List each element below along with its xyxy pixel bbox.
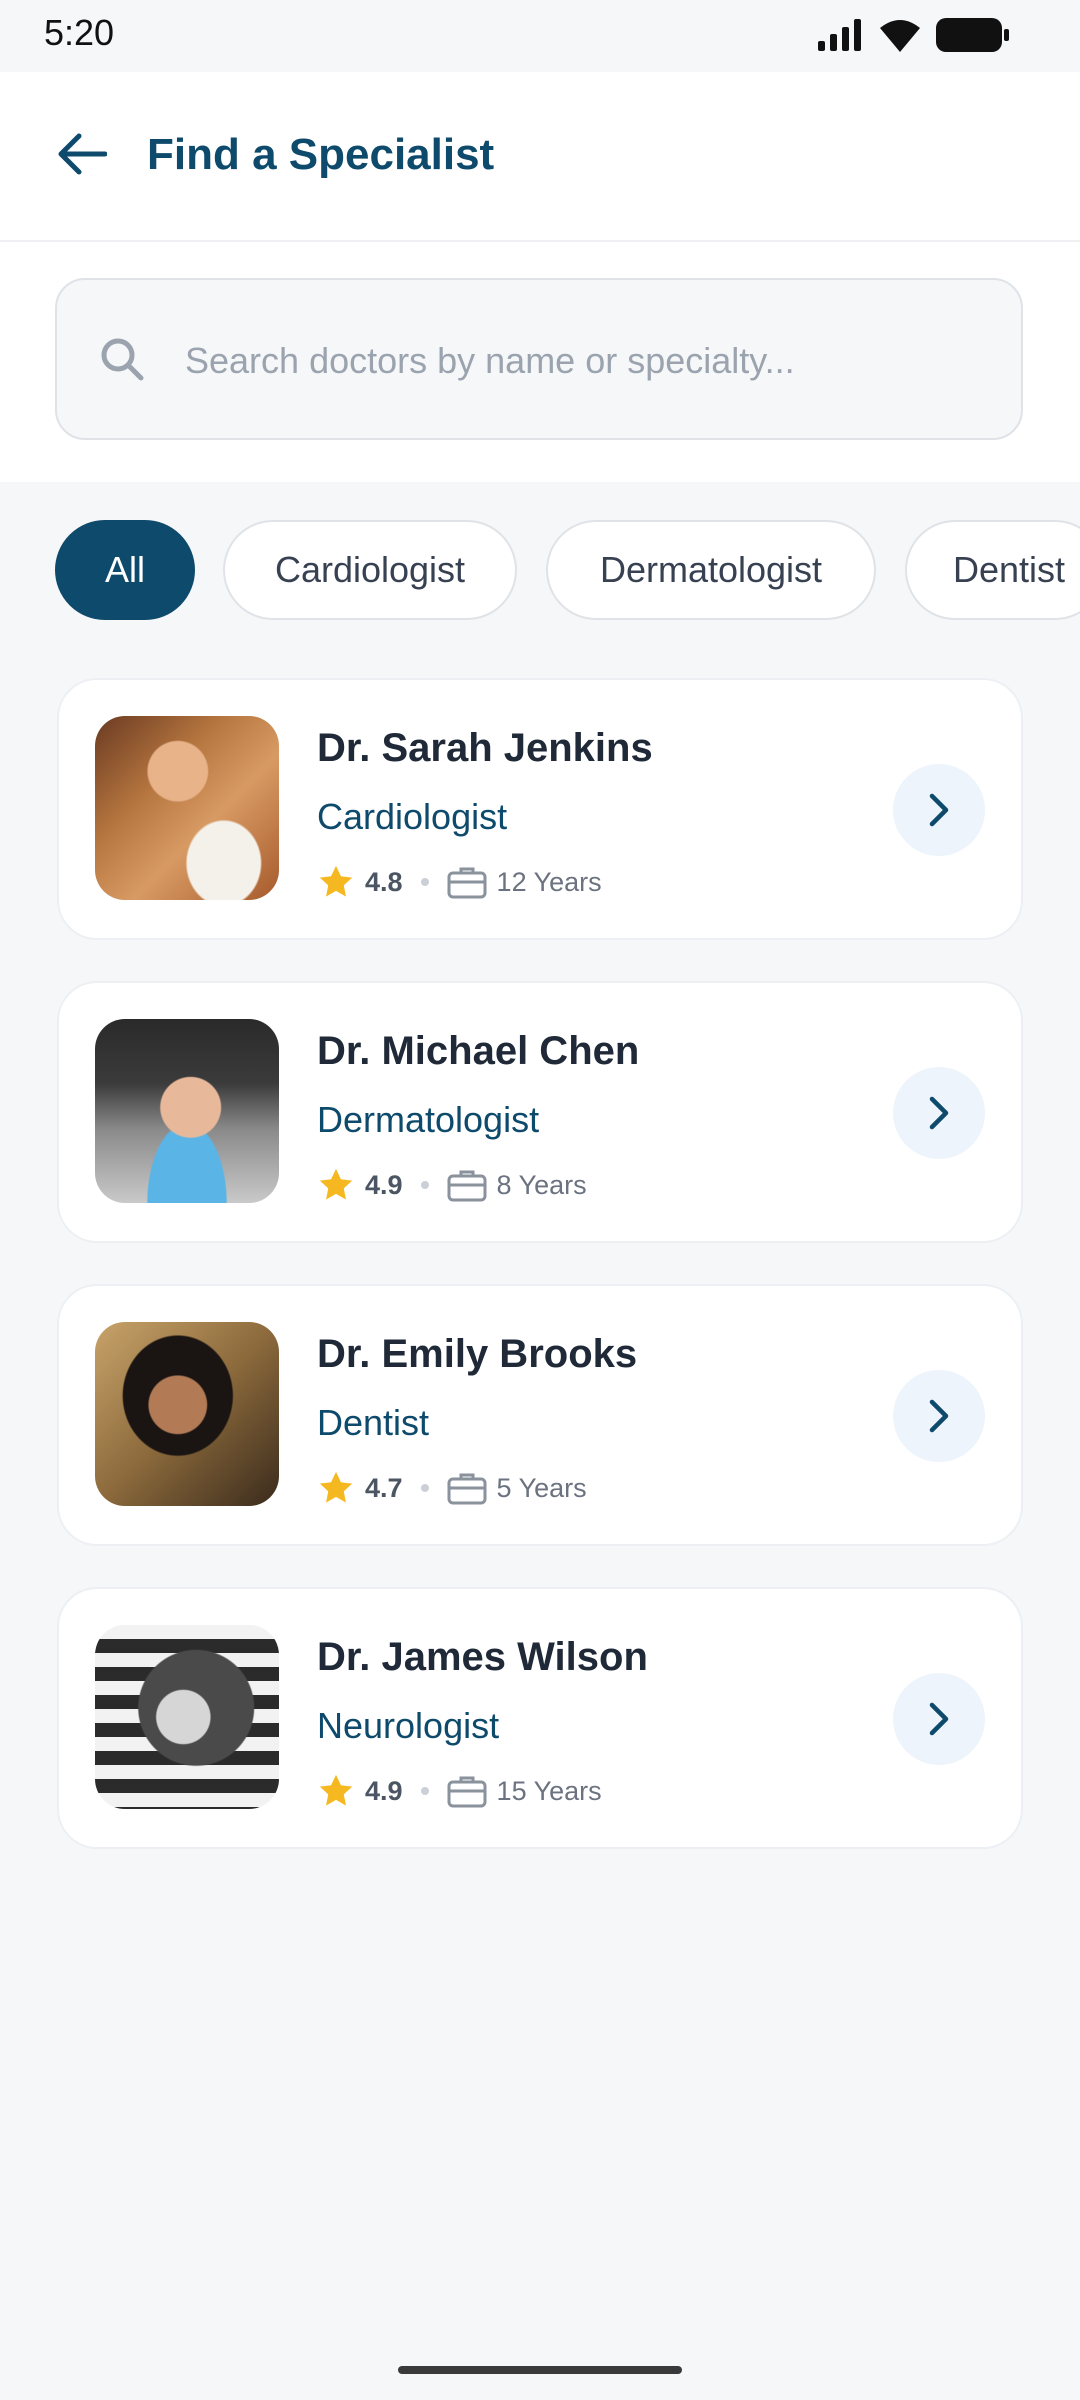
filter-chip-all[interactable]: All [55, 520, 195, 620]
doctor-name: Dr. Sarah Jenkins [317, 726, 653, 770]
doctor-avatar [95, 1625, 279, 1809]
doctor-avatar [95, 1019, 279, 1203]
doctor-experience: 15 Years [496, 1775, 602, 1806]
doctor-avatar [95, 1322, 279, 1506]
doctor-specialty: Dentist [317, 1402, 430, 1443]
doctor-specialty: Neurologist [317, 1705, 500, 1746]
doctor-name: Dr. James Wilson [317, 1635, 648, 1679]
star-icon [319, 1774, 353, 1806]
view-doctor-button[interactable] [893, 1067, 985, 1159]
filter-chip-dermatologist[interactable]: Dermatologist [546, 520, 876, 620]
filter-chip-cardiologist[interactable]: Cardiologist [223, 520, 517, 620]
star-icon [319, 1168, 353, 1200]
filter-chip-dentist[interactable]: Dentist [905, 520, 1080, 620]
briefcase-icon [447, 1170, 487, 1202]
separator-dot [420, 1181, 429, 1189]
star-icon [319, 1471, 353, 1503]
battery-icon [936, 18, 1009, 52]
chevron-right-icon [929, 1702, 949, 1736]
chevron-right-icon [929, 1399, 949, 1433]
doctor-card[interactable]: Dr. Sarah Jenkins Cardiologist 4.8 12 Ye… [57, 678, 1023, 940]
chevron-right-icon [929, 793, 949, 827]
search-section [0, 242, 1080, 482]
doctor-specialty: Cardiologist [317, 796, 508, 837]
back-arrow-icon [58, 133, 107, 175]
separator-dot [420, 1484, 429, 1492]
briefcase-icon [447, 1776, 487, 1808]
back-button[interactable] [52, 124, 112, 184]
doctor-name: Dr. Emily Brooks [317, 1332, 638, 1376]
doctor-rating: 4.9 [365, 1775, 403, 1806]
status-bar: 5:20 [0, 0, 1080, 72]
doctor-experience: 5 Years [496, 1472, 587, 1503]
doctor-meta: 4.7 5 Years [317, 1468, 587, 1508]
search-input[interactable] [183, 322, 987, 400]
separator-dot [420, 1787, 429, 1795]
view-doctor-button[interactable] [893, 1673, 985, 1765]
status-icons [818, 18, 1010, 52]
home-indicator[interactable] [398, 2366, 682, 2374]
app-header: Find a Specialist [0, 72, 1080, 242]
doctor-card[interactable]: Dr. Emily Brooks Dentist 4.7 5 Years [57, 1284, 1023, 1546]
wifi-icon [880, 20, 920, 52]
briefcase-icon [447, 867, 487, 899]
doctor-avatar [95, 716, 279, 900]
view-doctor-button[interactable] [893, 764, 985, 856]
separator-dot [420, 878, 429, 886]
doctor-rating: 4.8 [365, 866, 403, 897]
doctor-meta: 4.9 8 Years [317, 1165, 587, 1205]
doctor-rating: 4.7 [365, 1472, 403, 1503]
star-icon [319, 865, 353, 897]
view-doctor-button[interactable] [893, 1370, 985, 1462]
page-title: Find a Specialist [147, 130, 495, 179]
doctor-card[interactable]: Dr. Michael Chen Dermatologist 4.9 8 Yea… [57, 981, 1023, 1243]
doctor-name: Dr. Michael Chen [317, 1029, 640, 1073]
doctor-card[interactable]: Dr. James Wilson Neurologist 4.9 15 Year… [57, 1587, 1023, 1849]
doctor-experience: 12 Years [496, 866, 602, 897]
status-time: 5:20 [44, 12, 115, 53]
briefcase-icon [447, 1473, 487, 1505]
doctor-meta: 4.8 12 Years [317, 862, 602, 902]
doctor-meta: 4.9 15 Years [317, 1771, 602, 1811]
doctor-rating: 4.9 [365, 1169, 403, 1200]
signal-icon [818, 19, 861, 51]
search-icon [101, 338, 144, 381]
filter-chips: All Cardiologist Dermatologist Dentist [55, 520, 1080, 620]
doctor-specialty: Dermatologist [317, 1099, 540, 1140]
doctor-experience: 8 Years [496, 1169, 587, 1200]
search-box[interactable] [55, 278, 1023, 440]
chevron-right-icon [929, 1096, 949, 1130]
